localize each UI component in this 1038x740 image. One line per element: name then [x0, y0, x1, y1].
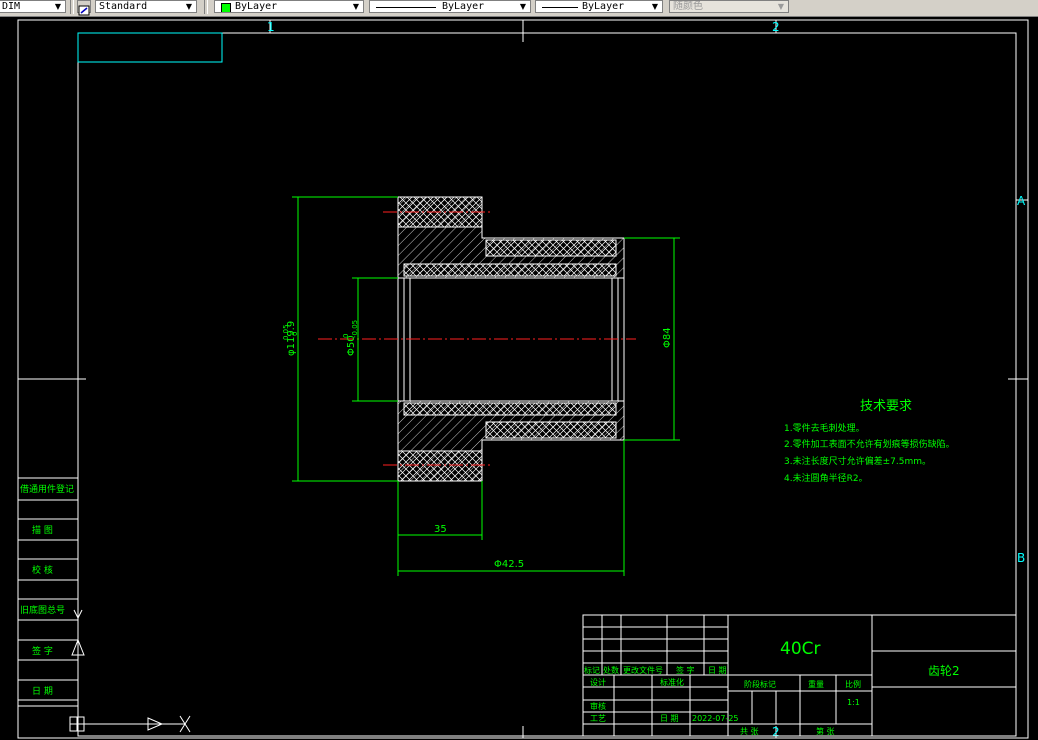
left-table-label: 借通用件登记 [20, 483, 74, 495]
title-row-label: 签 字 [676, 665, 695, 675]
dim-flange-width: 35 [434, 524, 447, 535]
title-row-label: 日 期 [708, 666, 727, 675]
linetype-dropdown[interactable]: ByLayer ▼ [369, 0, 531, 13]
sheet-label: 第 张 [816, 726, 835, 736]
left-table-label: 旧底图总号 [20, 604, 65, 616]
lineweight-dropdown[interactable]: ByLayer ▼ [535, 0, 663, 13]
title-row-label: 更改文件号 [623, 665, 663, 675]
doc-code-box [77, 32, 223, 63]
tech-item: 2.零件加工表面不允许有划痕等损伤缺陷。 [784, 438, 955, 450]
chevron-down-icon: ▼ [185, 2, 193, 11]
scale-label: 比例 [845, 679, 861, 689]
dimstyle-value: DIM [2, 1, 21, 12]
material-value: 40Cr [780, 639, 821, 659]
zone-label: 2 [772, 725, 780, 739]
textstyle-value: Standard [99, 1, 148, 12]
part-name: 齿轮2 [928, 664, 960, 678]
linetype-value: ByLayer [442, 1, 485, 12]
tech-item: 4.未注圆角半径R2。 [784, 472, 868, 484]
weight-label: 重量 [808, 679, 824, 689]
left-table-label: 日 期 [32, 686, 53, 697]
dim-total-length: Φ42.5 [494, 559, 524, 570]
zone-label: 2 [772, 20, 780, 34]
zone-label: B [1017, 551, 1025, 565]
lineweight-value: ByLayer [582, 1, 625, 12]
standardization-label: 标准化 [660, 677, 684, 687]
lineweight-sample [542, 7, 578, 8]
properties-toolbar: DIM ▼ Standard ▼ ByLayer ▼ ByLayer ▼ ByL… [0, 0, 1038, 17]
dim-outer-tol-lower: 0 [291, 332, 299, 336]
chevron-down-icon: ▼ [651, 2, 659, 11]
toolbar-separator [70, 0, 74, 14]
process-label: 工艺 [590, 714, 606, 723]
ucs-icon [69, 604, 191, 733]
gear-teeth-section [397, 450, 483, 482]
zone-label: A [1017, 194, 1026, 208]
gear-teeth-section [485, 421, 617, 439]
chevron-down-icon: ▼ [54, 2, 62, 11]
title-row-label: 处数 [603, 665, 619, 675]
scale-value: 1:1 [847, 698, 860, 707]
linetype-sample [376, 7, 436, 8]
chevron-down-icon: ▼ [777, 2, 785, 11]
chevron-down-icon: ▼ [352, 2, 360, 11]
color-value: ByLayer [235, 1, 278, 12]
plotstyle-value: 随颜色 [673, 1, 703, 12]
drawing-canvas[interactable]: 1 2 2 A B φ119.9 0.05 0 Φ50 0 -0.05 Φ84 … [0, 16, 1038, 740]
dim-outer-tol-upper: 0.05 [282, 324, 290, 340]
left-table-label: 签 字 [32, 645, 53, 657]
date-label: 日 期 [660, 714, 679, 723]
tech-item: 3.未注长度尺寸允许偏差±7.5mm。 [784, 455, 931, 467]
tech-item: 1.零件去毛刺处理。 [784, 422, 865, 434]
sheets-label: 共 张 [740, 727, 759, 736]
color-swatch [221, 3, 231, 12]
spline-section [403, 402, 617, 416]
dimstyle-dropdown[interactable]: DIM ▼ [0, 0, 66, 13]
tech-title: 技术要求 [860, 399, 912, 414]
dim-hub-diameter: Φ84 [662, 327, 673, 348]
check-label: 审核 [590, 701, 606, 711]
color-dropdown[interactable]: ByLayer ▼ [214, 0, 364, 13]
part-section-view [318, 196, 636, 482]
toolbar-separator [204, 0, 208, 14]
left-record-table [17, 477, 79, 707]
left-table-label: 校 核 [32, 564, 53, 576]
designer-label: 设计 [590, 677, 606, 687]
textstyle-dropdown[interactable]: Standard ▼ [95, 0, 197, 13]
title-row-label: 标记 [584, 665, 600, 675]
date-value: 2022-07-25 [692, 714, 739, 723]
gear-teeth-section [485, 239, 617, 257]
spline-section [403, 263, 617, 277]
tech-requirements: 技术要求 1.零件去毛刺处理。 2.零件加工表面不允许有划痕等损伤缺陷。 3.未… [784, 399, 955, 484]
text-style-icon[interactable] [77, 0, 91, 16]
dim-bore-tol-upper: 0 [342, 334, 350, 338]
dim-bore-tol-lower: -0.05 [351, 320, 359, 338]
left-table-label: 描 图 [32, 524, 53, 536]
stage-label: 阶段标记 [744, 679, 776, 689]
plotstyle-dropdown[interactable]: 随颜色 ▼ [669, 0, 789, 13]
chevron-down-icon: ▼ [519, 2, 527, 11]
zone-label: 1 [267, 20, 275, 34]
